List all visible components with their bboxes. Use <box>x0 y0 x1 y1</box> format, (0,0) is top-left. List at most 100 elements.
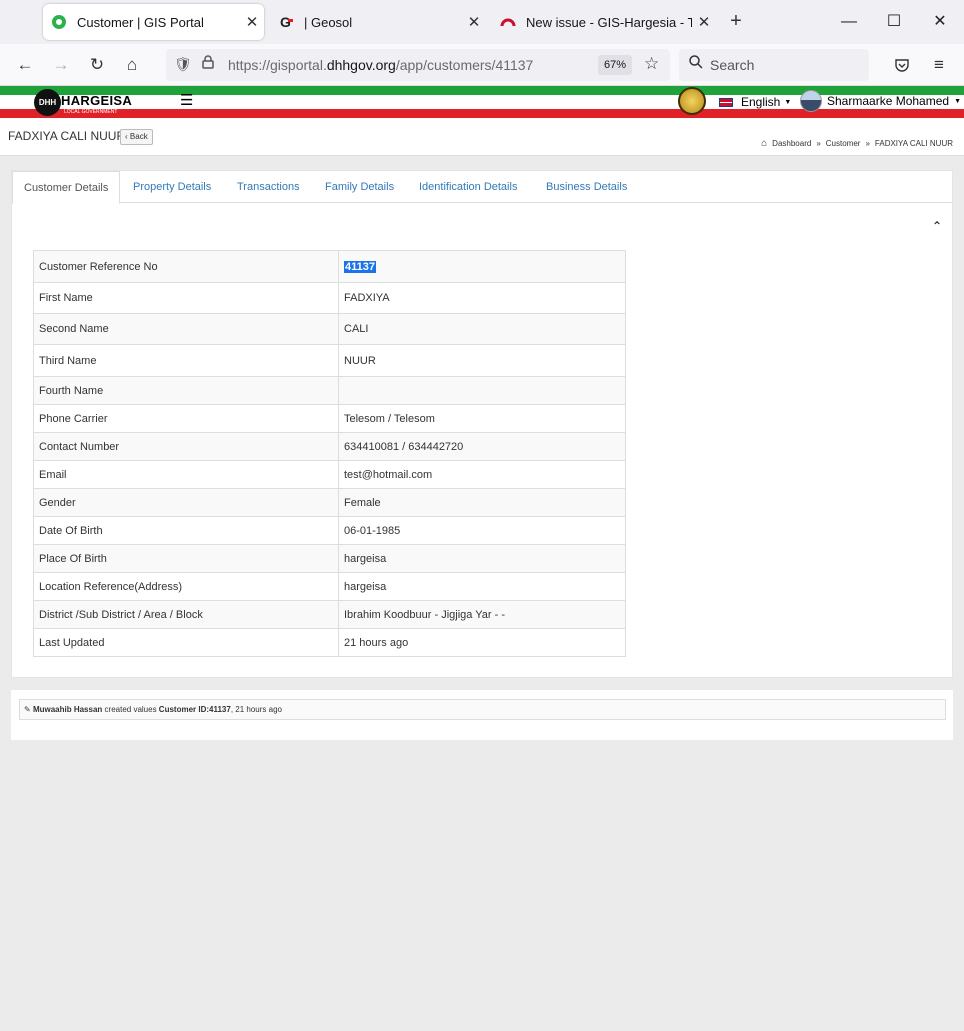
search-placeholder: Search <box>710 57 755 73</box>
url-host: dhhgov.org <box>326 57 396 73</box>
avatar <box>800 90 822 112</box>
field-value: Female <box>338 488 626 517</box>
table-row: Contact Number 634410081 / 634442720 <box>33 432 626 461</box>
tab-title: Customer | GIS Portal <box>77 14 204 30</box>
bookmark-star-icon[interactable]: ☆ <box>644 54 659 74</box>
close-tab-icon[interactable]: ✕ <box>240 13 264 31</box>
hamburger-menu-icon[interactable]: ☰ <box>180 93 193 108</box>
close-window-icon[interactable]: ✕ <box>928 10 952 34</box>
field-label: Third Name <box>33 344 339 377</box>
geosol-favicon-icon: G <box>278 14 294 30</box>
table-row: Fourth Name <box>33 376 626 405</box>
user-name: Sharmaarke Mohamed <box>827 94 950 108</box>
lock-icon[interactable] <box>202 55 214 72</box>
field-value: 21 hours ago <box>338 628 626 657</box>
field-label: Customer Reference No <box>33 250 339 283</box>
coat-of-arms-icon <box>678 87 706 115</box>
breadcrumb-customer[interactable]: Customer <box>826 139 861 148</box>
table-row: Second Name CALI <box>33 313 626 345</box>
browser-tab-customer[interactable]: Customer | GIS Portal ✕ <box>43 4 264 40</box>
zoom-level[interactable]: 67% <box>598 55 632 75</box>
tab-family-details[interactable]: Family Details <box>314 171 405 203</box>
table-row: Date Of Birth 06-01-1985 <box>33 516 626 545</box>
tab-title: New issue - GIS-Hargesia - Team <box>526 14 692 30</box>
minimize-window-icon[interactable]: — <box>837 10 861 34</box>
tab-identification-details[interactable]: Identification Details <box>408 171 528 203</box>
activity-entry: ✎ Muwaahib Hassan created values Custome… <box>19 699 946 720</box>
breadcrumb-current: FADXIYA CALI NUUR <box>874 139 953 148</box>
close-tab-icon[interactable]: ✕ <box>462 13 486 31</box>
activity-log: ✎ Muwaahib Hassan created values Custome… <box>11 690 953 740</box>
caret-down-icon: ▼ <box>954 97 961 105</box>
user-menu[interactable]: Sharmaarke Mohamed ▼ <box>800 90 961 112</box>
customer-details-table: Customer Reference No 41137 First Name FAD… <box>33 250 626 657</box>
field-value: test@hotmail.com <box>338 460 626 489</box>
hargeisa-logo[interactable]: DHH HARGEISA LOCAL GOVERNMENT <box>34 89 138 117</box>
pocket-icon[interactable] <box>890 53 914 77</box>
field-label: Phone Carrier <box>33 404 339 433</box>
field-label: Last Updated <box>33 628 339 657</box>
brand-subtitle: LOCAL GOVERNMENT <box>64 109 118 115</box>
shield-icon[interactable]: 🛡 <box>174 56 192 73</box>
menu-icon[interactable]: ≡ <box>927 53 951 77</box>
back-button[interactable]: ‹ Back <box>120 129 153 145</box>
browser-tab-geosol[interactable]: G | Geosol ✕ <box>270 4 486 40</box>
field-value: 06-01-1985 <box>338 516 626 545</box>
forward-arrow-icon[interactable]: → <box>49 53 73 77</box>
field-value: NUUR <box>338 344 626 377</box>
caret-down-icon: ▼ <box>784 98 792 106</box>
field-label: Place Of Birth <box>33 544 339 573</box>
maximize-window-icon[interactable]: ☐ <box>882 10 906 34</box>
detail-tabs: Customer Details Property Details Transa… <box>12 171 952 204</box>
field-label: Contact Number <box>33 432 339 461</box>
gis-portal-favicon-icon <box>51 14 67 30</box>
home-icon[interactable]: ⌂ <box>120 53 144 77</box>
reload-icon[interactable]: ↻ <box>85 53 109 77</box>
tab-property-details[interactable]: Property Details <box>122 171 222 203</box>
field-label: Second Name <box>33 313 339 345</box>
activity-subject: Customer ID:41137 <box>158 705 231 714</box>
field-value: hargeisa <box>338 572 626 601</box>
url-path: /app/customers/41137 <box>395 57 534 73</box>
language-selector[interactable]: English ▼ <box>719 95 791 109</box>
browser-tab-bar: Customer | GIS Portal ✕ G | Geosol ✕ New… <box>0 0 964 44</box>
breadcrumb-separator: » <box>865 139 870 148</box>
activity-time: , 21 hours ago <box>230 705 282 714</box>
search-input[interactable]: Search <box>679 49 869 81</box>
tab-customer-details[interactable]: Customer Details <box>12 171 121 204</box>
table-row: Third Name NUUR <box>33 344 626 377</box>
field-label: Location Reference(Address) <box>33 572 339 601</box>
tab-business-details[interactable]: Business Details <box>535 171 638 203</box>
address-bar[interactable]: 🛡 https://gisportal.dhhgov.org/app/custo… <box>166 49 670 81</box>
breadcrumb: ⌂ Dashboard » Customer » FADXIYA CALI NU… <box>761 138 953 149</box>
field-label: Date Of Birth <box>33 516 339 545</box>
url-prefix: https://gisportal. <box>228 57 327 73</box>
browser-tab-new-issue[interactable]: New issue - GIS-Hargesia - Team ✕ <box>492 4 716 40</box>
collapse-chevron-up-icon[interactable]: ⌃ <box>932 219 942 233</box>
field-label: Fourth Name <box>33 376 339 405</box>
table-row: Gender Female <box>33 488 626 517</box>
field-value: FADXIYA <box>338 282 626 314</box>
chevron-left-icon: ‹ <box>125 132 128 141</box>
activity-user: Muwaahib Hassan <box>32 705 103 714</box>
tab-transactions[interactable]: Transactions <box>226 171 311 203</box>
browser-nav-bar: ← → ↻ ⌂ 🛡 https://gisportal.dhhgov.org/a… <box>0 44 964 86</box>
field-label: District /Sub District / Area / Block <box>33 600 339 629</box>
new-tab-button[interactable]: + <box>724 10 748 34</box>
breadcrumb-dashboard[interactable]: Dashboard <box>772 139 811 148</box>
table-row: Customer Reference No 41137 <box>33 250 626 283</box>
close-tab-icon[interactable]: ✕ <box>692 13 716 31</box>
back-arrow-icon[interactable]: ← <box>13 53 37 77</box>
page-title: FADXIYA CALI NUUR <box>8 129 126 143</box>
app-header: DHH HARGEISA LOCAL GOVERNMENT ☰ English … <box>0 86 964 118</box>
search-icon <box>689 55 703 72</box>
field-value: Telesom / Telesom <box>338 404 626 433</box>
back-label: Back <box>129 132 148 141</box>
activity-action: created values <box>104 705 157 714</box>
field-label: Gender <box>33 488 339 517</box>
customer-panel: Customer Details Property Details Transa… <box>11 170 953 678</box>
edit-icon: ✎ <box>24 705 31 714</box>
home-icon: ⌂ <box>761 138 768 149</box>
customer-ref-value: 41137 <box>344 260 376 273</box>
table-row: Email test@hotmail.com <box>33 460 626 489</box>
